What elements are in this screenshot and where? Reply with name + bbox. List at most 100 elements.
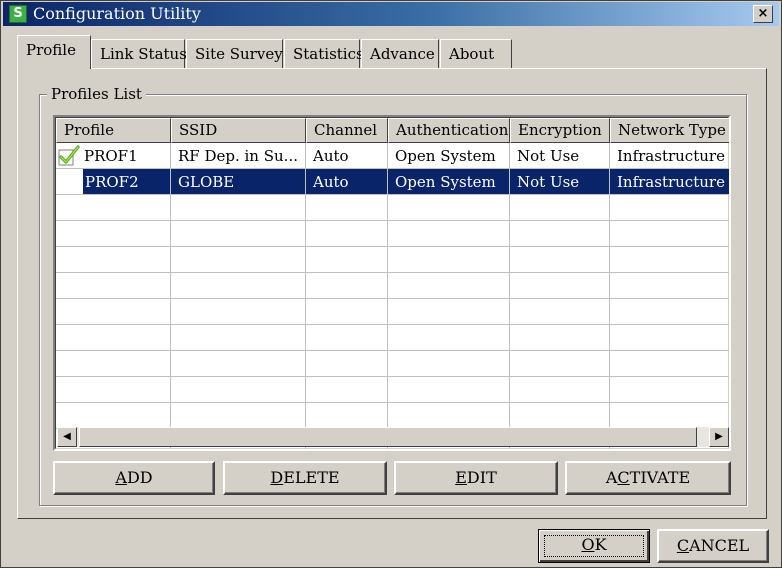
table-row-empty bbox=[56, 325, 729, 351]
table-row-selected[interactable]: PROF2 GLOBE Auto Open System Not Use Inf… bbox=[56, 169, 729, 195]
tab-statistics[interactable]: Statistics bbox=[284, 39, 364, 69]
table-row-empty bbox=[56, 195, 729, 221]
title-bar[interactable]: S Configuration Utility × bbox=[3, 2, 779, 26]
activate-button[interactable]: ACTIVATE bbox=[565, 461, 731, 495]
horizontal-scrollbar[interactable]: ◀ ▶ bbox=[57, 427, 729, 447]
ok-button[interactable]: OK bbox=[538, 529, 650, 563]
empty-cell bbox=[510, 221, 610, 247]
empty-cell bbox=[510, 377, 610, 403]
profile-name: PROF1 bbox=[84, 147, 138, 165]
table-row-empty bbox=[56, 273, 729, 299]
empty-cell bbox=[510, 247, 610, 273]
focus-rectangle bbox=[544, 535, 644, 557]
profiles-list-view[interactable]: Profile SSID Channel Authentication Encr… bbox=[53, 115, 731, 451]
scrollbar-thumb[interactable] bbox=[79, 427, 697, 447]
empty-cell bbox=[56, 195, 171, 221]
delete-button[interactable]: DELETE bbox=[223, 461, 387, 495]
empty-cell bbox=[171, 377, 306, 403]
empty-cell bbox=[388, 247, 510, 273]
empty-rows bbox=[56, 195, 729, 449]
empty-cell bbox=[510, 403, 610, 429]
empty-cell bbox=[56, 351, 171, 377]
empty-cell bbox=[171, 351, 306, 377]
cell-profile: PROF2 bbox=[83, 169, 171, 195]
empty-cell bbox=[306, 273, 388, 299]
cell-authentication: Open System bbox=[388, 143, 510, 169]
empty-cell bbox=[510, 299, 610, 325]
empty-cell bbox=[171, 299, 306, 325]
column-header-network-type[interactable]: Network Type bbox=[610, 118, 729, 143]
cell-channel: Auto bbox=[306, 169, 388, 195]
empty-cell bbox=[388, 273, 510, 299]
empty-cell bbox=[610, 247, 729, 273]
empty-cell bbox=[610, 221, 729, 247]
close-button[interactable]: × bbox=[753, 5, 773, 23]
empty-cell bbox=[56, 221, 171, 247]
empty-cell bbox=[56, 403, 171, 429]
empty-cell bbox=[388, 325, 510, 351]
column-header-ssid[interactable]: SSID bbox=[171, 118, 306, 143]
empty-cell bbox=[56, 247, 171, 273]
scroll-right-arrow-icon[interactable]: ▶ bbox=[709, 427, 729, 447]
configuration-utility-window: S Configuration Utility × Profile Link S… bbox=[0, 0, 782, 568]
empty-cell bbox=[171, 325, 306, 351]
cell-ssid: GLOBE bbox=[171, 169, 306, 195]
empty-cell bbox=[510, 351, 610, 377]
table-row[interactable]: PROF1 RF Dep. in Su... Auto Open System … bbox=[56, 143, 729, 169]
empty-cell bbox=[306, 221, 388, 247]
empty-cell bbox=[56, 377, 171, 403]
empty-cell bbox=[306, 325, 388, 351]
empty-cell bbox=[171, 195, 306, 221]
column-header-encryption[interactable]: Encryption bbox=[510, 118, 610, 143]
empty-cell bbox=[388, 221, 510, 247]
tab-advance[interactable]: Advance bbox=[361, 39, 439, 69]
cell-network-type: Infrastructure bbox=[610, 143, 729, 169]
tab-link-status[interactable]: Link Status bbox=[91, 39, 187, 69]
empty-cell bbox=[610, 325, 729, 351]
table-row-empty bbox=[56, 351, 729, 377]
empty-cell bbox=[56, 299, 171, 325]
cell-channel: Auto bbox=[306, 143, 388, 169]
tab-profile[interactable]: Profile bbox=[17, 35, 91, 69]
empty-cell bbox=[610, 195, 729, 221]
list-view-frame: Profile SSID Channel Authentication Encr… bbox=[55, 117, 729, 449]
table-row-empty bbox=[56, 247, 729, 273]
empty-cell bbox=[306, 351, 388, 377]
list-header: Profile SSID Channel Authentication Encr… bbox=[56, 118, 729, 143]
tab-site-survey[interactable]: Site Survey bbox=[186, 39, 283, 69]
empty-cell bbox=[388, 299, 510, 325]
table-row-empty bbox=[56, 403, 729, 429]
column-header-authentication[interactable]: Authentication bbox=[388, 118, 510, 143]
window-title: Configuration Utility bbox=[33, 4, 201, 23]
add-button[interactable]: ADD bbox=[53, 461, 215, 495]
cell-icon-blank bbox=[56, 169, 83, 195]
tab-about[interactable]: About bbox=[440, 39, 512, 69]
empty-cell bbox=[306, 195, 388, 221]
empty-cell bbox=[510, 195, 610, 221]
empty-cell bbox=[610, 403, 729, 429]
scroll-left-arrow-icon[interactable]: ◀ bbox=[57, 427, 77, 447]
empty-cell bbox=[610, 299, 729, 325]
edit-button[interactable]: EDIT bbox=[394, 461, 558, 495]
column-header-profile[interactable]: Profile bbox=[56, 118, 171, 143]
empty-cell bbox=[388, 377, 510, 403]
empty-cell bbox=[610, 377, 729, 403]
empty-cell bbox=[510, 325, 610, 351]
empty-cell bbox=[388, 403, 510, 429]
cell-profile: PROF1 bbox=[56, 143, 171, 169]
empty-cell bbox=[306, 299, 388, 325]
cancel-button[interactable]: CANCEL bbox=[657, 529, 769, 563]
empty-cell bbox=[171, 247, 306, 273]
empty-cell bbox=[171, 221, 306, 247]
empty-cell bbox=[306, 377, 388, 403]
cell-authentication: Open System bbox=[388, 169, 510, 195]
column-header-channel[interactable]: Channel bbox=[306, 118, 388, 143]
empty-cell bbox=[388, 195, 510, 221]
checkmark-icon bbox=[58, 145, 80, 166]
cell-ssid: RF Dep. in Su... bbox=[171, 143, 306, 169]
cell-encryption: Not Use bbox=[510, 143, 610, 169]
empty-cell bbox=[56, 273, 171, 299]
empty-cell bbox=[306, 247, 388, 273]
empty-cell bbox=[388, 351, 510, 377]
profiles-list-label: Profiles List bbox=[47, 84, 146, 104]
